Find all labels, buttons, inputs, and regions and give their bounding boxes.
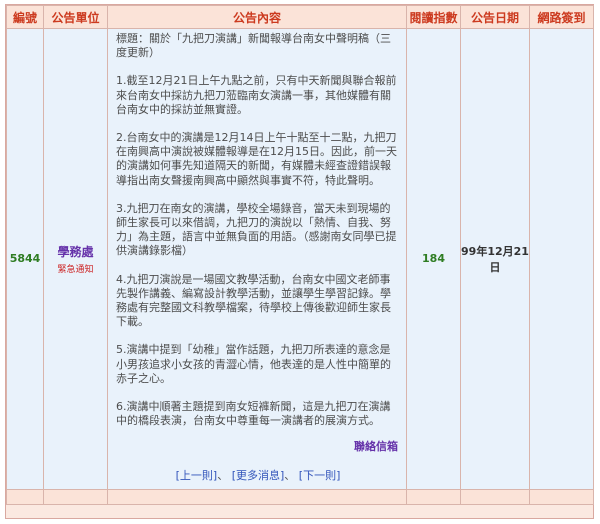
footer-cell: [529, 488, 594, 505]
table-row: 5844 學務處 緊急通知 標題：關於「九把刀演講」新聞報導台南女中聲明稿（三度…: [6, 28, 594, 490]
bracket-close: ]: [336, 468, 341, 482]
contact-email-link[interactable]: 聯絡信箱: [116, 440, 398, 454]
notice-paragraph-3: 3.九把刀在南女的演講，學校全場錄音，當天未到現場的師生家長可以來借調，九把刀的…: [116, 201, 397, 258]
footer-cell: [460, 488, 530, 505]
pager: [上一則]、 [更多消息]、 [下一則]: [116, 469, 400, 483]
read-count: 184: [406, 28, 461, 490]
footer-cell: [6, 488, 44, 505]
pager-separator: 、: [284, 468, 296, 482]
header-id: 編號: [6, 5, 44, 29]
prev-notice-link[interactable]: 上一則: [180, 469, 213, 482]
table-header-row: 編號 公告單位 公告內容 閱讀指數 公告日期 網路簽到: [6, 5, 594, 29]
header-content: 公告內容: [107, 5, 407, 29]
table-footer-row: [6, 488, 594, 505]
footer-cell: [107, 488, 407, 505]
notice-paragraph-2: 2.台南女中的演講是12月14日上午十點至十二點，九把刀在南興高中演說被媒體報導…: [116, 131, 397, 187]
header-web-signin: 網路簽到: [529, 5, 594, 29]
notice-unit-cell: 學務處 緊急通知: [43, 28, 108, 490]
notice-id: 5844: [6, 28, 44, 490]
notice-paragraph-5: 5.演講中提到「幼稚」當作話題，九把刀所表達的意念是小男孩追求小女孩的青澀心情，…: [116, 343, 391, 385]
footer-cell: [43, 488, 108, 505]
notice-board-frame: 編號 公告單位 公告內容 閱讀指數 公告日期 網路簽到 5844 學務處 緊急通…: [5, 4, 594, 519]
pager-separator: 、: [217, 468, 229, 482]
notice-unit: 學務處: [57, 244, 94, 259]
more-news-link[interactable]: 更多消息: [236, 469, 280, 482]
notice-paragraph-1: 1.截至12月21日上午九點之前，只有中天新聞與聯合報前來台南女中採訪九把刀蒞臨…: [116, 74, 397, 116]
footer-cell: [406, 488, 461, 505]
notice-paragraph-4: 4.九把刀演說是一場國文教學活動，台南女中國文老師事先製作講義、編寫設計教學活動…: [116, 272, 391, 329]
notice-title: 標題：關於「九把刀演講」新聞報導台南女中聲明稿（三度更新）: [116, 32, 391, 60]
notice-paragraph-6: 6.演講中順著主題提到南女短褲新聞，這是九把刀在演講中的橋段表演，台南女中尊重每…: [116, 400, 391, 428]
notice-table: 編號 公告單位 公告內容 閱讀指數 公告日期 網路簽到 5844 學務處 緊急通…: [6, 5, 594, 505]
header-reads: 閱讀指數: [406, 5, 461, 29]
urgent-flag: 緊急通知: [57, 264, 94, 275]
notice-content: 標題：關於「九把刀演講」新聞報導台南女中聲明稿（三度更新） 1.截至12月21日…: [107, 28, 407, 490]
notice-date: 99年12月21日: [460, 28, 530, 490]
next-notice-link[interactable]: 下一則: [303, 469, 336, 482]
web-signin-cell: [529, 28, 594, 490]
header-unit: 公告單位: [43, 5, 108, 29]
header-date: 公告日期: [460, 5, 530, 29]
